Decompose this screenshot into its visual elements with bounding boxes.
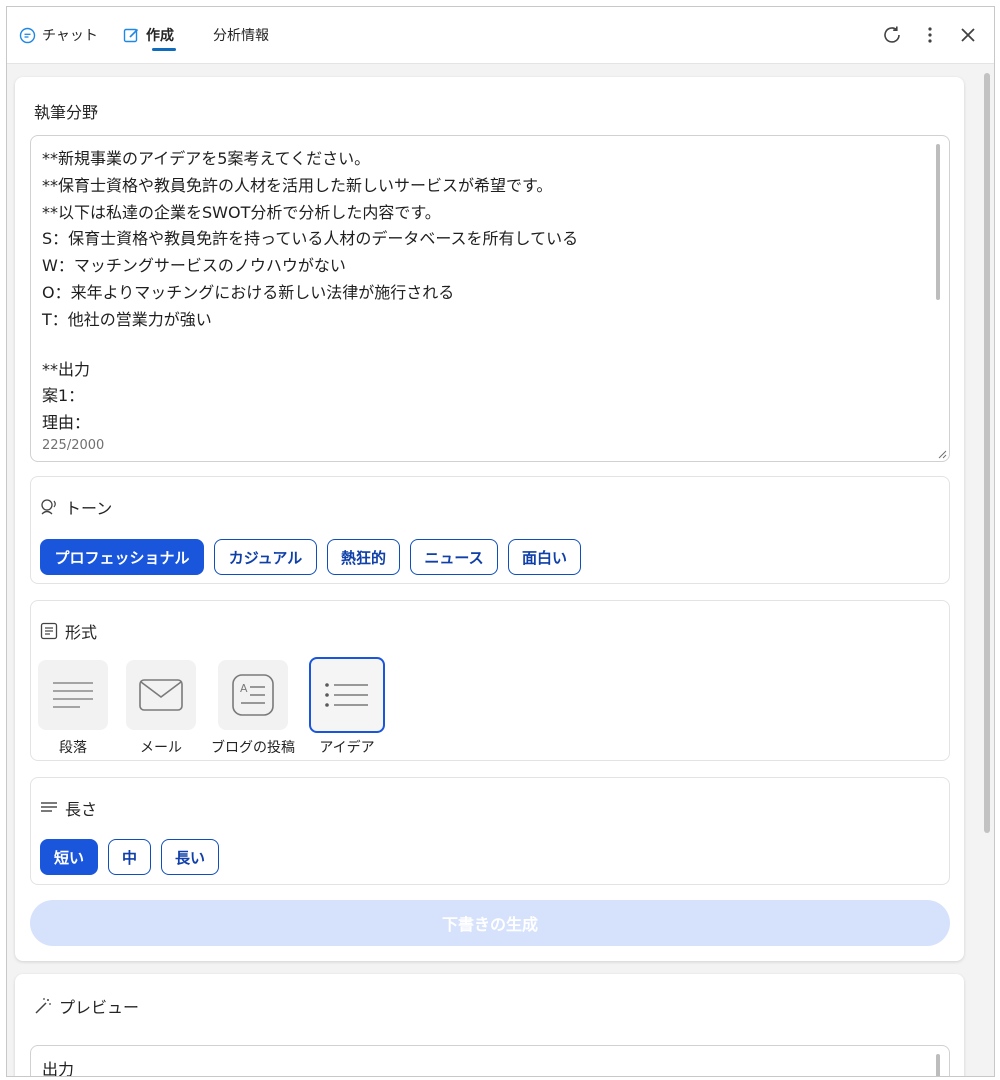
tone-chip-professional[interactable]: プロフェッショナル bbox=[40, 539, 204, 575]
more-icon bbox=[928, 27, 932, 43]
generate-draft-button[interactable]: 下書きの生成 bbox=[30, 900, 950, 946]
prompt-line bbox=[42, 334, 922, 357]
tab-chat[interactable]: チャット bbox=[19, 25, 98, 45]
tone-section: トーン プロフェッショナル カジュアル 熱狂的 ニュース 面白い bbox=[30, 476, 950, 584]
format-title: 形式 bbox=[40, 619, 97, 643]
close-button[interactable] bbox=[956, 23, 980, 47]
tab-chat-label: チャット bbox=[42, 28, 98, 44]
length-chip-long[interactable]: 長い bbox=[161, 839, 219, 875]
format-label-ideas: アイデア bbox=[319, 740, 375, 756]
length-title: 長さ bbox=[40, 796, 97, 820]
format-icon bbox=[40, 622, 58, 640]
prompt-line: T：他社の営業力が強い bbox=[42, 309, 212, 329]
tab-insights[interactable]: 分析情報 bbox=[213, 25, 269, 45]
magic-wand-icon bbox=[34, 997, 52, 1015]
format-option-ideas[interactable] bbox=[309, 657, 385, 733]
length-section: 長さ 短い 中 長い bbox=[30, 777, 950, 885]
paragraph-icon bbox=[53, 682, 93, 708]
tone-chip-casual[interactable]: カジュアル bbox=[214, 539, 317, 575]
format-section: 形式 段落 メール A ブログの投稿 アイデア bbox=[30, 600, 950, 761]
output-label: 出力 bbox=[42, 1060, 75, 1077]
tone-chip-news[interactable]: ニュース bbox=[410, 539, 498, 575]
length-icon bbox=[40, 799, 58, 817]
compose-icon bbox=[123, 27, 140, 44]
preview-card: プレビュー 出力 bbox=[15, 974, 964, 1077]
ideas-list-icon bbox=[325, 683, 368, 707]
email-icon bbox=[139, 679, 183, 711]
format-label: 形式 bbox=[65, 623, 98, 642]
topic-label: 執筆分野 bbox=[34, 103, 99, 122]
prompt-line: S：保育士資格や教員免許を持っている人材のデータベースを所有している bbox=[42, 229, 579, 249]
output-scrollbar[interactable] bbox=[936, 1054, 940, 1076]
copilot-window: チャット 作成 分析情報 執筆分野 **新規事業のアイデアを5案考えてください。 bbox=[6, 6, 995, 1077]
prompt-text: **新規事業のアイデアを5案考えてください。 **保育士資格や教員免許の人材を活… bbox=[42, 146, 922, 437]
blog-post-icon: A bbox=[232, 674, 274, 716]
format-option-paragraph[interactable] bbox=[38, 660, 108, 730]
chat-icon bbox=[19, 27, 36, 44]
prompt-line: 理由： bbox=[42, 413, 91, 433]
refresh-button[interactable] bbox=[880, 23, 904, 47]
tab-compose-label: 作成 bbox=[146, 28, 174, 44]
tab-insights-label: 分析情報 bbox=[213, 28, 269, 44]
prompt-line: 案1： bbox=[42, 386, 85, 406]
preview-label: プレビュー bbox=[59, 998, 140, 1017]
tone-chip-enthusiastic[interactable]: 熱狂的 bbox=[327, 539, 400, 575]
header-bar: チャット 作成 分析情報 bbox=[7, 7, 994, 64]
svg-text:A: A bbox=[240, 682, 248, 695]
panel-scrollbar[interactable] bbox=[984, 73, 990, 833]
format-option-email[interactable] bbox=[126, 660, 196, 730]
output-box[interactable]: 出力 bbox=[30, 1045, 950, 1077]
length-chip-short[interactable]: 短い bbox=[40, 839, 98, 875]
close-icon bbox=[961, 28, 975, 42]
length-chip-medium[interactable]: 中 bbox=[108, 839, 151, 875]
tone-chip-funny[interactable]: 面白い bbox=[508, 539, 581, 575]
prompt-textarea[interactable]: **新規事業のアイデアを5案考えてください。 **保育士資格や教員免許の人材を活… bbox=[30, 135, 950, 462]
prompt-line: **以下は私達の企業をSWOT分析で分析した内容です。 bbox=[42, 202, 441, 222]
more-options-button[interactable] bbox=[918, 23, 942, 47]
tone-title: トーン bbox=[40, 495, 112, 519]
prompt-line: **保育士資格や教員免許の人材を活用した新しいサービスが希望です。 bbox=[42, 175, 553, 195]
prompt-scrollbar[interactable] bbox=[936, 144, 940, 300]
selected-tab-indicator bbox=[152, 48, 176, 51]
prompt-line: O：来年よりマッチングにおける新しい法律が施行される bbox=[42, 282, 455, 302]
format-option-blog-post[interactable]: A bbox=[218, 660, 288, 730]
prompt-line: **新規事業のアイデアを5案考えてください。 bbox=[42, 149, 371, 168]
preview-title: プレビュー bbox=[34, 994, 139, 1018]
length-label: 長さ bbox=[65, 800, 98, 819]
tone-icon bbox=[40, 498, 58, 516]
resize-grip-icon[interactable] bbox=[937, 449, 947, 459]
prompt-line: **出力 bbox=[42, 359, 91, 379]
tab-compose[interactable]: 作成 bbox=[123, 25, 174, 45]
prompt-line: W：マッチングサービスのノウハウがない bbox=[42, 256, 346, 276]
char-counter: 225/2000 bbox=[42, 438, 922, 453]
tone-label: トーン bbox=[65, 499, 113, 518]
compose-card: 執筆分野 **新規事業のアイデアを5案考えてください。 **保育士資格や教員免許… bbox=[15, 77, 964, 961]
refresh-icon bbox=[884, 26, 900, 43]
